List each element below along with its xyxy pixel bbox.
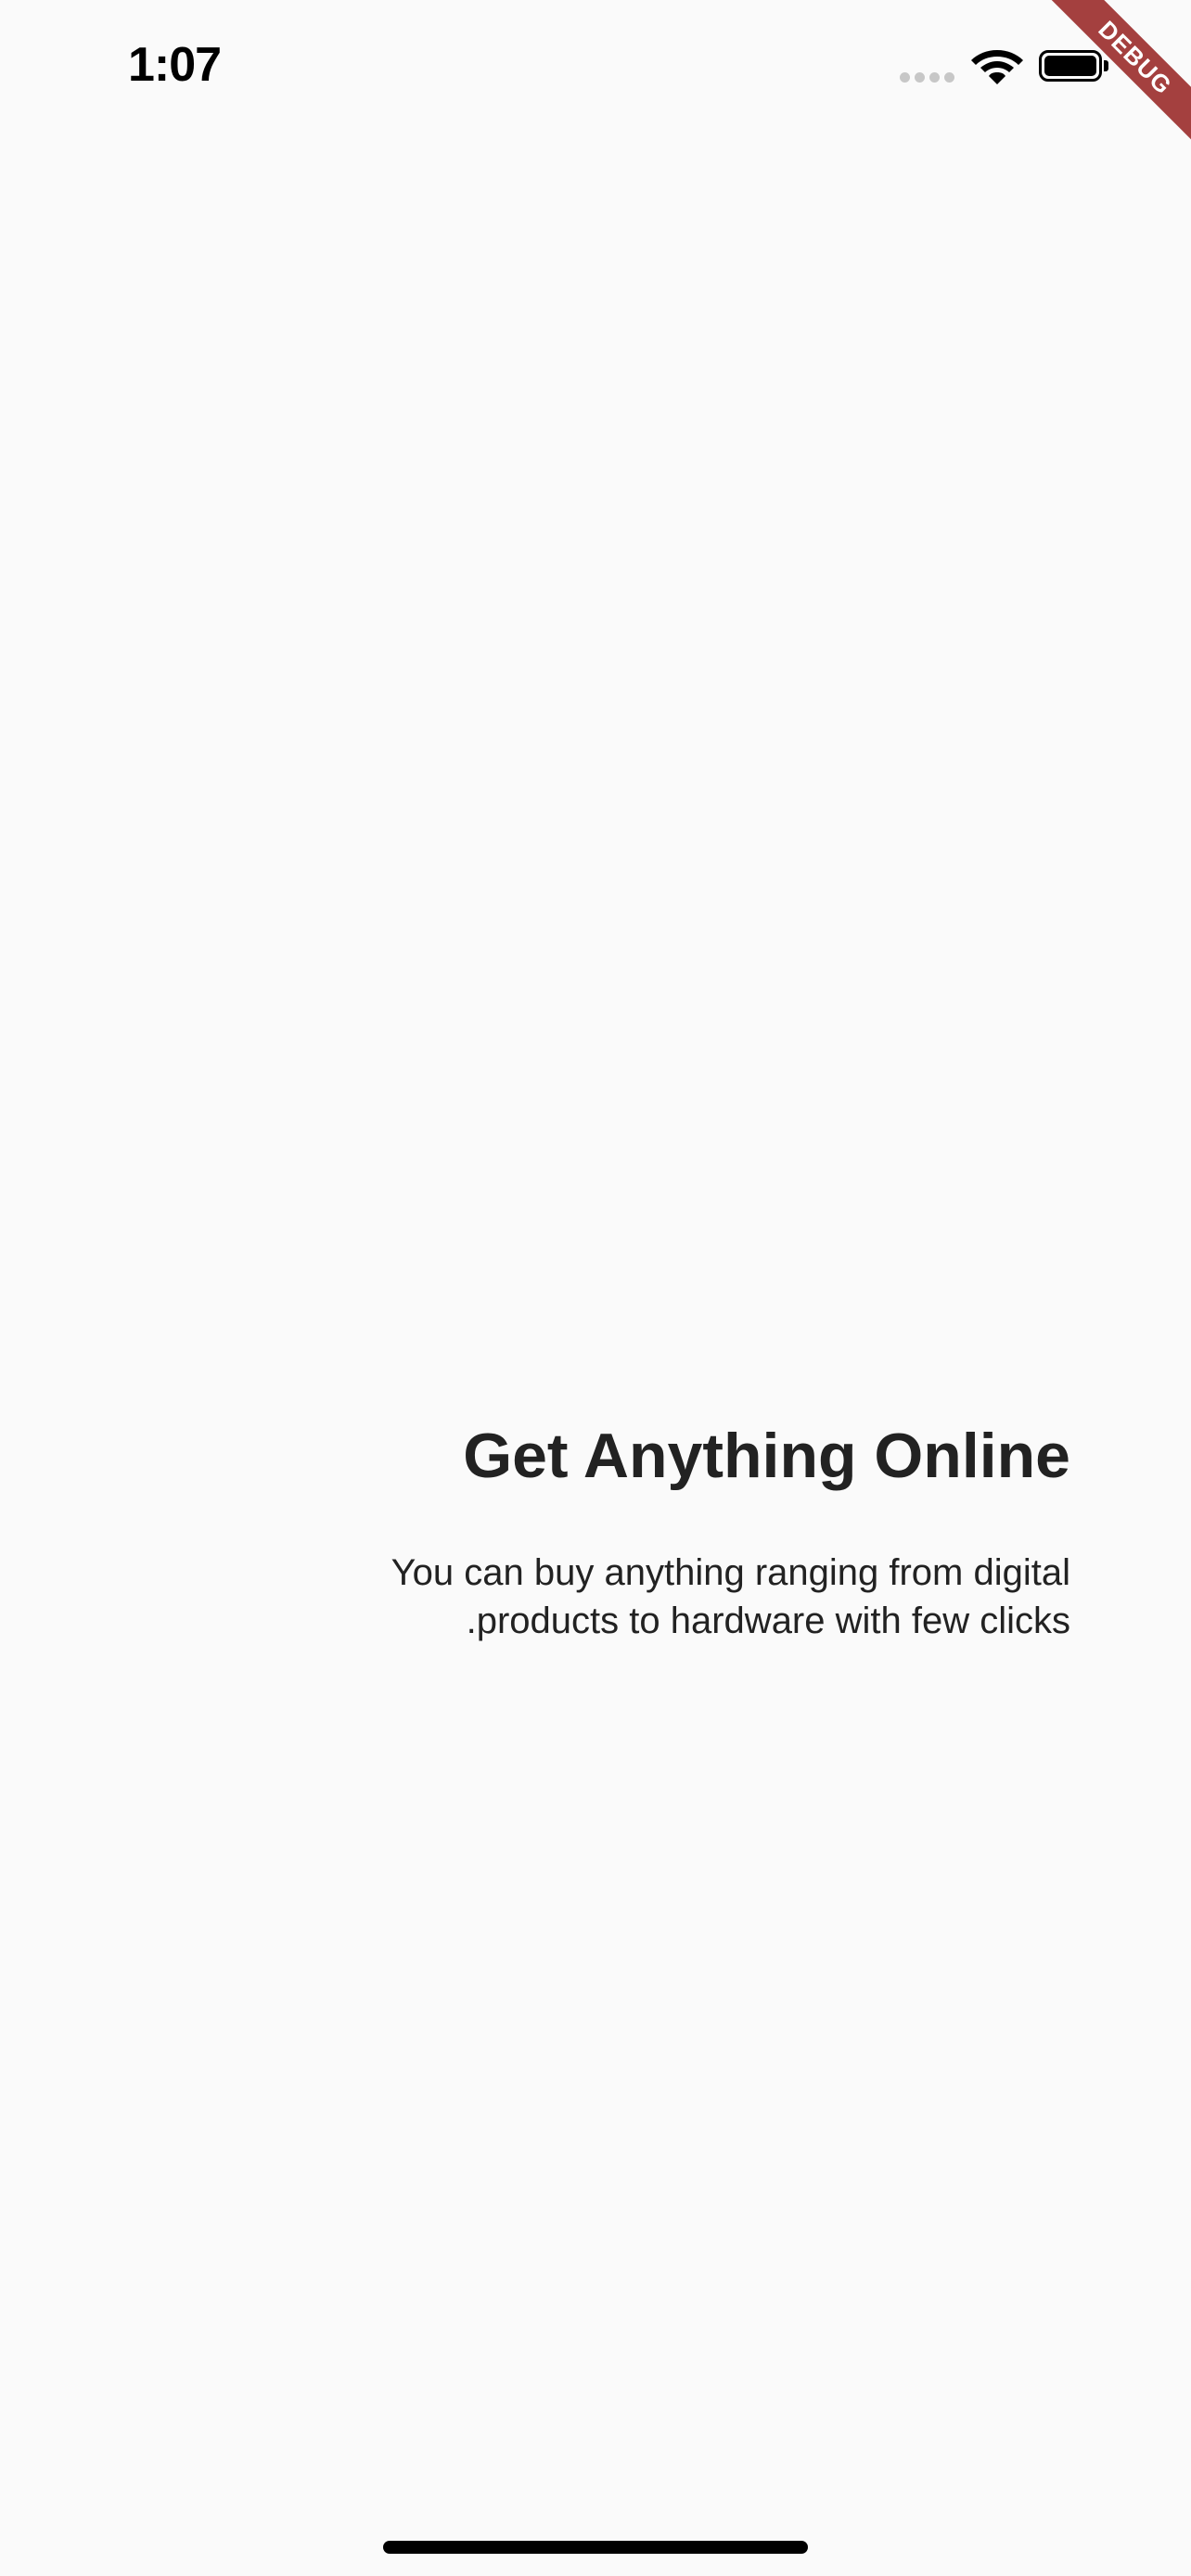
description-line: .products to hardware with few clicks (466, 1600, 1070, 1641)
status-time: 1:07 (128, 38, 222, 92)
status-bar: 1:07 (0, 0, 1191, 130)
onboarding-title: Get Anything Online (463, 1421, 1070, 1491)
home-indicator[interactable] (383, 2541, 808, 2554)
battery-icon (1039, 50, 1109, 85)
cellular-signal-icon (900, 72, 957, 83)
onboarding-content: Get Anything Online You can buy anything… (130, 1409, 1070, 1645)
description-line: You can buy anything ranging from digita… (391, 1552, 1070, 1593)
wifi-icon (971, 50, 1023, 84)
onboarding-description: You can buy anything ranging from digita… (130, 1549, 1070, 1645)
